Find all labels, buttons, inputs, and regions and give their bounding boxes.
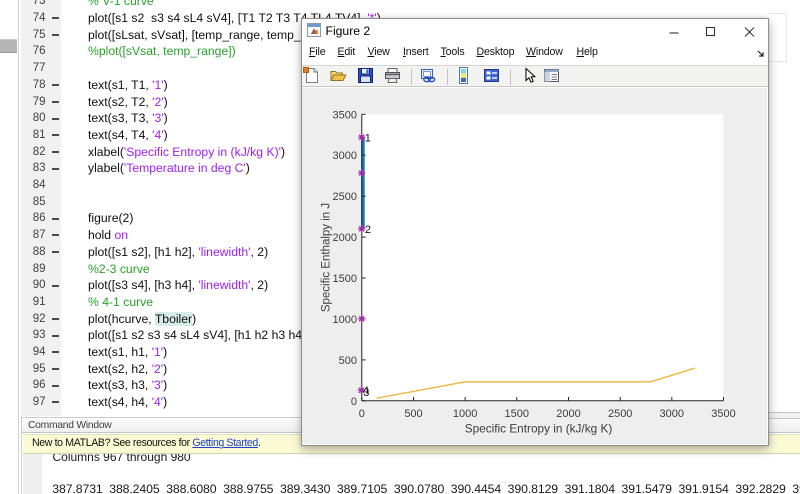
svg-text:0: 0	[358, 407, 364, 419]
svg-text:1: 1	[364, 132, 370, 144]
svg-text:1500: 1500	[332, 273, 356, 285]
svg-text:2000: 2000	[332, 232, 356, 244]
svg-text:1000: 1000	[452, 407, 476, 419]
svg-text:2500: 2500	[607, 407, 631, 419]
svg-text:0: 0	[350, 395, 356, 407]
svg-text:Specific Entropy in (kJ/kg K): Specific Entropy in (kJ/kg K)	[464, 421, 612, 435]
svg-text:2: 2	[364, 224, 370, 236]
svg-text:Specific Enthalpy in J: Specific Enthalpy in J	[320, 202, 332, 311]
svg-text:500: 500	[338, 354, 356, 366]
svg-text:3500: 3500	[332, 109, 356, 121]
svg-text:2500: 2500	[332, 191, 356, 203]
svg-text:500: 500	[404, 407, 422, 419]
svg-text:1000: 1000	[332, 313, 356, 325]
svg-text:3: 3	[363, 387, 369, 399]
svg-text:3000: 3000	[332, 150, 356, 162]
svg-text:1500: 1500	[504, 407, 528, 419]
svg-text:2000: 2000	[556, 407, 580, 419]
svg-text:3500: 3500	[711, 407, 735, 419]
svg-text:3000: 3000	[659, 407, 683, 419]
